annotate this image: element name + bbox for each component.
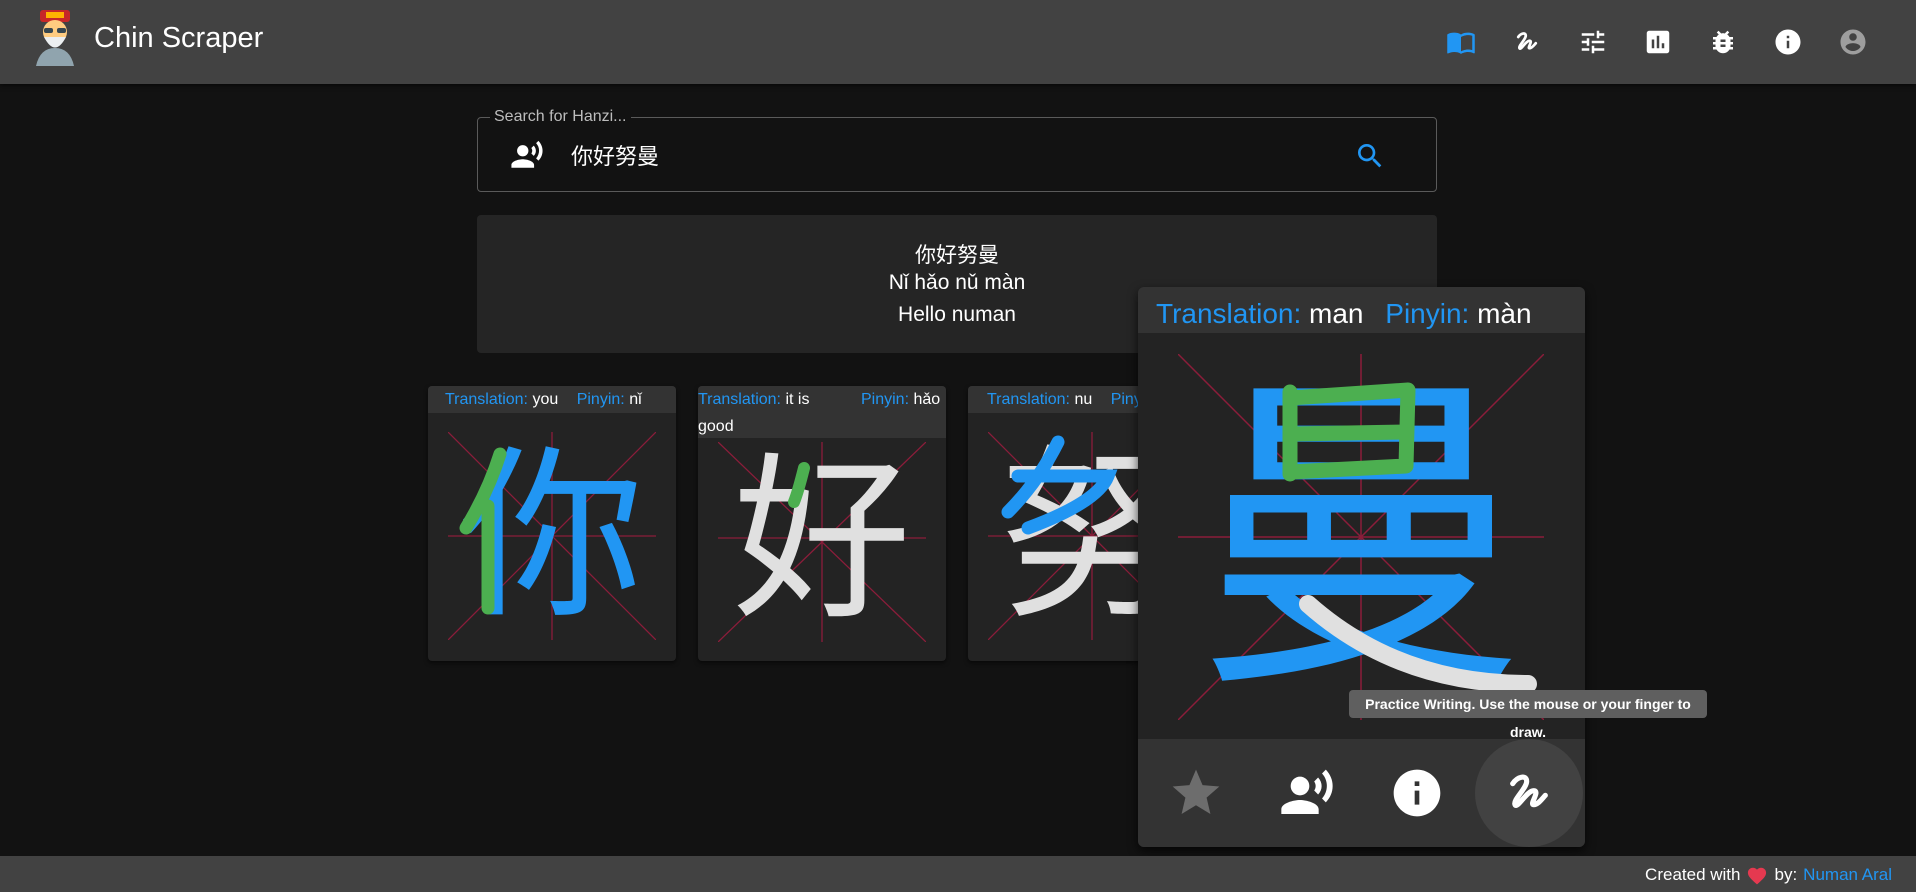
translation-label: Translation: bbox=[987, 391, 1070, 408]
popup-actions bbox=[1138, 739, 1585, 847]
pinyin-label: Pinyin: bbox=[861, 391, 910, 408]
tune-icon[interactable] bbox=[1576, 25, 1610, 59]
pinyin-value: hǎo bbox=[913, 391, 941, 408]
result-hanzi: 你好努曼 bbox=[915, 243, 999, 267]
card-header: Translation: it is good Pinyin: hǎo bbox=[698, 386, 946, 438]
search-input[interactable] bbox=[571, 135, 1331, 175]
character-grid: 你 bbox=[448, 432, 656, 640]
author-link[interactable]: Numan Aral bbox=[1803, 865, 1892, 885]
info-icon[interactable] bbox=[1771, 25, 1805, 59]
chart-icon[interactable] bbox=[1641, 25, 1675, 59]
translation-label: Translation: bbox=[1156, 298, 1302, 329]
popup-header: Translation: man Pinyin: màn bbox=[1138, 287, 1585, 333]
star-icon[interactable] bbox=[1141, 739, 1251, 847]
translation-label: Translation: bbox=[698, 391, 781, 408]
popup-character: 曼 bbox=[1196, 354, 1526, 720]
practice-tooltip: Practice Writing. Use the mouse or your … bbox=[1349, 690, 1707, 740]
footer-by: by: bbox=[1774, 865, 1798, 884]
heart-icon bbox=[1748, 867, 1767, 885]
search-label: Search for Hanzi... bbox=[490, 108, 631, 126]
app-title: Chin Scraper bbox=[94, 22, 264, 54]
voice-search-icon[interactable] bbox=[510, 138, 544, 172]
search-field: Search for Hanzi... bbox=[477, 108, 1437, 192]
pinyin-value: nǐ bbox=[629, 391, 642, 408]
footer-credit: Created with by: Numan Aral bbox=[1645, 865, 1892, 885]
translation-value: you bbox=[532, 391, 559, 408]
character-detail-popup: Translation: man Pinyin: màn 曼 bbox=[1138, 287, 1585, 847]
draw-icon[interactable] bbox=[1475, 739, 1583, 847]
card-character: 好 bbox=[733, 442, 911, 642]
pinyin-value: màn bbox=[1477, 298, 1532, 329]
translation-value: man bbox=[1309, 298, 1364, 329]
footer: Created with by: Numan Aral bbox=[0, 856, 1916, 892]
card-header: Translation: you Pinyin: nǐ bbox=[428, 386, 676, 413]
footer-created: Created with bbox=[1645, 865, 1741, 884]
pinyin-label: Pinyin: bbox=[1385, 298, 1470, 329]
draw-icon[interactable] bbox=[1510, 25, 1544, 59]
character-grid: 好 bbox=[718, 442, 926, 642]
character-card[interactable]: Translation: you Pinyin: nǐ 你 bbox=[428, 386, 676, 661]
search-icon[interactable] bbox=[1354, 140, 1386, 172]
book-open-icon[interactable] bbox=[1444, 25, 1478, 59]
voice-icon[interactable] bbox=[1252, 739, 1362, 847]
bug-icon[interactable] bbox=[1706, 25, 1740, 59]
character-grid[interactable]: 曼 bbox=[1178, 354, 1544, 720]
character-card[interactable]: Translation: it is good Pinyin: hǎo 好 bbox=[698, 386, 946, 661]
app-logo bbox=[32, 10, 78, 66]
translation-value: nu bbox=[1074, 391, 1093, 408]
pinyin-label: Pinyin: bbox=[576, 391, 625, 408]
account-icon[interactable] bbox=[1836, 25, 1870, 59]
info-icon[interactable] bbox=[1362, 739, 1472, 847]
app-bar: Chin Scraper bbox=[0, 0, 1916, 84]
translation-label: Translation: bbox=[445, 391, 528, 408]
